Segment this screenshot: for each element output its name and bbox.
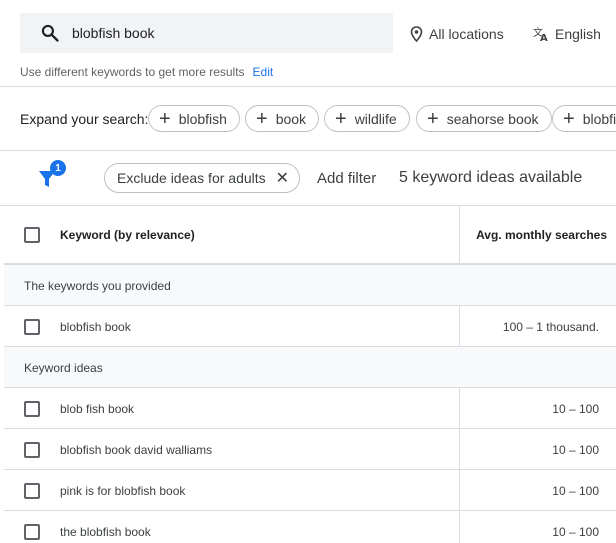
- chip-label: wildlife: [354, 110, 397, 127]
- chip-label: blobfi: [582, 110, 616, 127]
- plus-icon: +: [335, 107, 347, 130]
- avg-searches-cell: 10 – 100: [552, 402, 599, 416]
- row-checkbox[interactable]: [24, 401, 40, 417]
- row-checkbox[interactable]: [24, 442, 40, 458]
- chip-label: blobfish: [178, 110, 227, 127]
- table-row: the blobfish book 10 – 100: [4, 511, 616, 543]
- svg-text:A: A: [540, 33, 548, 42]
- location-pin-icon: [410, 26, 423, 42]
- keyword-cell: the blobfish book: [60, 525, 151, 539]
- keyword-cell: blob fish book: [60, 402, 135, 416]
- search-box[interactable]: blobfish book: [20, 13, 393, 53]
- column-divider: [459, 511, 460, 543]
- hint-text: Use different keywords to get more resul…: [20, 65, 245, 79]
- plus-icon: +: [159, 107, 171, 130]
- group-label: Keyword ideas: [24, 361, 103, 375]
- expand-chip-blobfish-more[interactable]: + blobfi: [552, 105, 616, 132]
- keyword-cell: blobfish book: [60, 320, 131, 334]
- location-selector[interactable]: All locations: [410, 25, 504, 43]
- keyword-cell: blobfish book david walliams: [60, 443, 213, 457]
- divider: [0, 86, 616, 87]
- search-input[interactable]: blobfish book: [72, 25, 155, 41]
- column-divider: [459, 306, 460, 346]
- language-label: English: [555, 26, 601, 42]
- edit-link[interactable]: Edit: [253, 65, 274, 79]
- column-divider: [459, 470, 460, 510]
- plus-icon: +: [256, 107, 268, 130]
- expand-search-label: Expand your search:: [20, 111, 149, 127]
- filter-count-badge: 1: [50, 160, 66, 176]
- avg-searches-cell: 10 – 100: [552, 443, 599, 457]
- divider: [0, 150, 616, 151]
- plus-icon: +: [427, 107, 439, 130]
- language-selector[interactable]: 文 A English: [533, 25, 601, 43]
- table-row: blobfish book 100 – 1 thousand.: [4, 306, 616, 347]
- chip-label: book: [275, 110, 307, 127]
- keyword-cell: pink is for blobfish book: [60, 484, 186, 498]
- row-checkbox[interactable]: [24, 483, 40, 499]
- exclude-adult-ideas-chip[interactable]: Exclude ideas for adults ✕: [104, 163, 301, 193]
- ideas-available-count: 5 keyword ideas available: [399, 169, 583, 186]
- plus-icon: +: [563, 107, 575, 130]
- expand-chip-book[interactable]: + book: [245, 105, 320, 132]
- close-icon[interactable]: ✕: [276, 168, 289, 188]
- column-divider: [459, 205, 460, 263]
- table-row: blobfish book david walliams 10 – 100: [4, 429, 616, 470]
- table-row: blob fish book 10 – 100: [4, 388, 616, 429]
- add-filter-button[interactable]: Add filter: [317, 170, 376, 187]
- expand-chip-seahorse-book[interactable]: + seahorse book: [416, 105, 552, 132]
- table-header: Keyword (by relevance) Avg. monthly sear…: [4, 205, 616, 265]
- row-checkbox[interactable]: [24, 524, 40, 540]
- column-divider: [459, 429, 460, 469]
- location-label: All locations: [429, 26, 504, 42]
- chip-label: seahorse book: [446, 110, 539, 127]
- column-divider: [459, 388, 460, 428]
- avg-searches-column-header[interactable]: Avg. monthly searches: [476, 228, 607, 242]
- row-checkbox[interactable]: [24, 319, 40, 335]
- avg-searches-cell: 10 – 100: [552, 484, 599, 498]
- avg-searches-cell: 100 – 1 thousand.: [502, 320, 599, 334]
- filter-chip-label: Exclude ideas for adults: [117, 170, 266, 186]
- group-header: The keywords you provided: [4, 265, 616, 306]
- keyword-table: Keyword (by relevance) Avg. monthly sear…: [4, 205, 616, 543]
- table-row: pink is for blobfish book 10 – 100: [4, 470, 616, 511]
- search-icon: [41, 24, 59, 42]
- keyword-hint: Use different keywords to get more resul…: [20, 65, 273, 79]
- group-header: Keyword ideas: [4, 347, 616, 388]
- translate-icon: 文 A: [533, 26, 548, 42]
- avg-searches-cell: 10 – 100: [552, 525, 599, 539]
- select-all-checkbox[interactable]: [24, 227, 40, 243]
- keyword-column-header[interactable]: Keyword (by relevance): [60, 228, 195, 242]
- group-label: The keywords you provided: [24, 279, 171, 293]
- expand-chip-wildlife[interactable]: + wildlife: [324, 105, 410, 132]
- expand-chip-blobfish[interactable]: + blobfish: [148, 105, 240, 132]
